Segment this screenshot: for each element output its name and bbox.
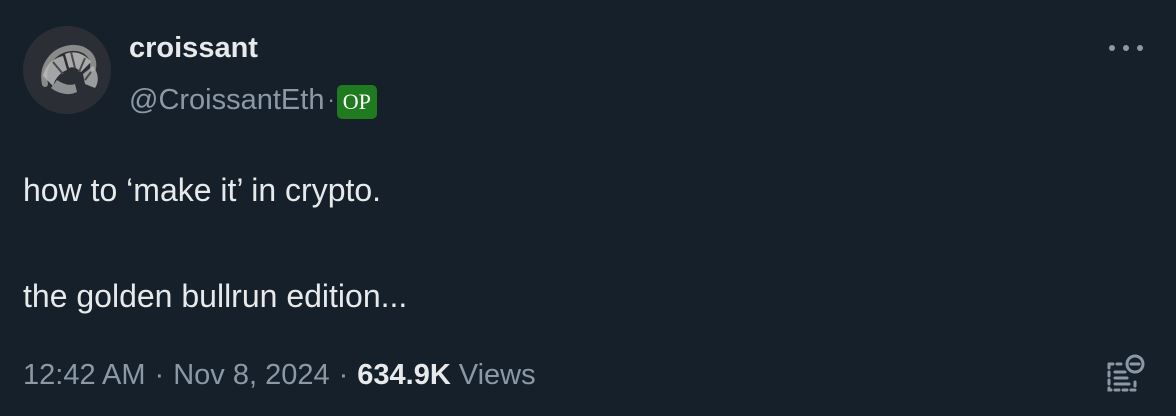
op-badge: OP (336, 85, 377, 119)
more-options-button[interactable] (1104, 33, 1148, 63)
meta-separator: · (154, 358, 165, 391)
tweet-card: croissant @CroissantEth · OP how to ‘mak… (0, 0, 1176, 416)
avatar[interactable] (23, 26, 111, 114)
views-label: Views (458, 358, 536, 391)
author-handle-row: @CroissantEth · OP (129, 80, 377, 120)
views-count[interactable]: 634.9K (357, 359, 451, 392)
post-date[interactable]: Nov 8, 2024 (173, 359, 329, 392)
post-text: how to ‘make it’ in crypto. the golden b… (23, 172, 408, 314)
author-display-name[interactable]: croissant (129, 28, 258, 68)
post-time[interactable]: 12:42 AM (23, 359, 146, 392)
author-handle[interactable]: @CroissantEth (129, 80, 324, 120)
croissant-avatar-icon (23, 26, 111, 114)
community-note-button[interactable] (1098, 348, 1152, 400)
post-meta: 12:42 AM · Nov 8, 2024 · 634.9K Views (23, 355, 536, 395)
community-note-icon (1107, 354, 1145, 392)
meta-separator: · (338, 358, 349, 391)
handle-separator: · (327, 87, 335, 112)
more-horizontal-icon (1109, 45, 1143, 51)
